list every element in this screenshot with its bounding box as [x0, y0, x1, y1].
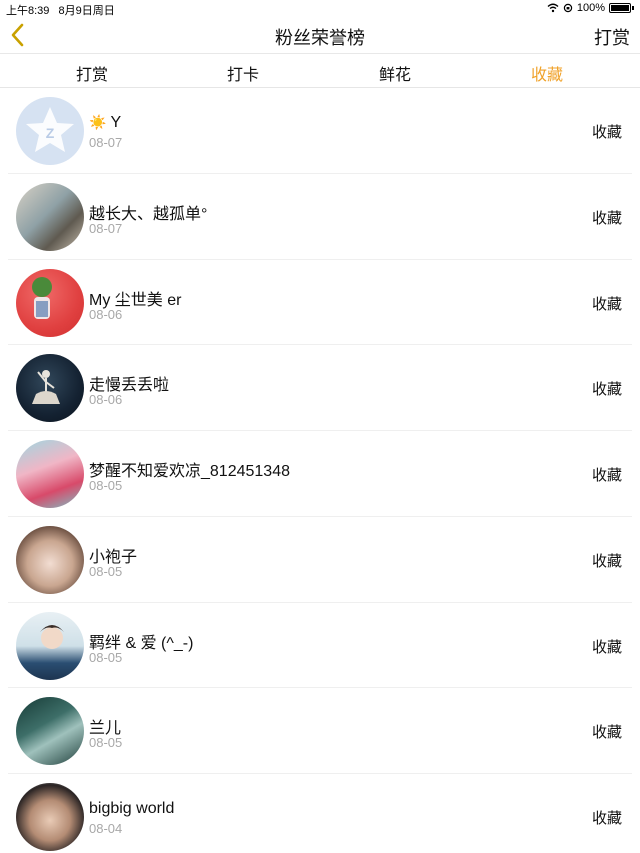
avatar — [16, 268, 84, 337]
fan-date: 08-05 — [89, 478, 123, 493]
list-item[interactable]: 兰儿 08-05 收藏 — [8, 688, 632, 774]
list-item[interactable]: My 尘世美 er 08-06 收藏 — [8, 260, 632, 346]
fan-date: 08-04 — [89, 821, 123, 836]
avatar — [16, 440, 84, 508]
avatar — [16, 354, 84, 423]
orientation-lock-icon — [563, 3, 573, 13]
tab-reward[interactable]: 打赏 — [52, 61, 132, 85]
avatar: Z — [16, 97, 84, 165]
avatar — [16, 783, 84, 851]
fan-date: 08-05 — [89, 563, 123, 579]
list-item[interactable]: 越长大、越孤单° 08-07 收藏 — [8, 174, 632, 260]
fan-date: 08-05 — [89, 735, 123, 751]
list-item[interactable]: 梦醒不知爱欢凉_812451348 08-05 收藏 — [8, 431, 632, 517]
tab-favorites[interactable]: 收藏 — [507, 61, 587, 85]
battery-tip — [632, 6, 634, 10]
fans-list: Z ☀️ Y 08-07 收藏 越长大、越孤单° 08-07 收藏 My 尘世美 … — [0, 88, 640, 853]
status-right: 100% — [547, 2, 634, 14]
action-type: 收藏 — [591, 381, 622, 399]
avatar — [16, 611, 84, 680]
default-avatar-icon: Z — [26, 107, 74, 152]
fan-date: 08-06 — [89, 392, 123, 408]
battery-icon — [609, 3, 631, 13]
list-item[interactable]: 小袍子 08-05 收藏 — [8, 517, 632, 603]
avatar-illustration — [40, 624, 64, 649]
action-type: 收藏 — [591, 810, 622, 827]
svg-text:Z: Z — [46, 125, 55, 141]
action-type: 收藏 — [591, 124, 622, 141]
fan-date: 08-07 — [89, 220, 123, 236]
avatar-illustration — [32, 276, 52, 319]
list-item[interactable]: 走慢丢丢啦 08-06 收藏 — [8, 345, 632, 431]
list-item[interactable]: 羁绊 & 爱 (^_-) 08-05 收藏 — [8, 603, 632, 689]
nav-bar: 粉丝荣誉榜 打赏 — [0, 16, 640, 54]
action-type: 收藏 — [591, 724, 622, 742]
page-title: 粉丝荣誉榜 — [275, 28, 365, 48]
sun-emoji: ☀️ — [89, 114, 107, 130]
action-type: 收藏 — [591, 467, 622, 484]
action-type: 收藏 — [591, 552, 622, 570]
battery-percent: 100% — [576, 2, 605, 14]
fan-name: ☀️ Y — [89, 114, 121, 132]
fan-date: 08-06 — [89, 306, 123, 322]
tab-flowers[interactable]: 鲜花 — [355, 61, 435, 85]
action-type: 收藏 — [591, 209, 622, 227]
fan-date: 08-05 — [89, 649, 123, 665]
avatar — [16, 182, 84, 251]
wifi-icon — [547, 3, 559, 13]
fan-name-text: Y — [110, 114, 122, 131]
fan-date: 08-07 — [89, 135, 123, 150]
reward-button[interactable]: 打赏 — [594, 24, 630, 50]
avatar — [16, 525, 84, 594]
fan-name: bigbig world — [89, 800, 175, 817]
action-type: 收藏 — [591, 638, 622, 656]
tab-checkin[interactable]: 打卡 — [203, 61, 283, 85]
avatar — [16, 697, 84, 766]
list-item[interactable]: bigbig world 08-04 收藏 — [8, 774, 632, 853]
list-item[interactable]: Z ☀️ Y 08-07 收藏 — [8, 88, 632, 174]
status-bar: 上午8:39 8月9日周日 100% — [0, 0, 640, 17]
action-type: 收藏 — [591, 295, 622, 313]
avatar-illustration — [32, 370, 60, 405]
tab-bar: 打赏 打卡 鲜花 收藏 — [0, 54, 640, 88]
